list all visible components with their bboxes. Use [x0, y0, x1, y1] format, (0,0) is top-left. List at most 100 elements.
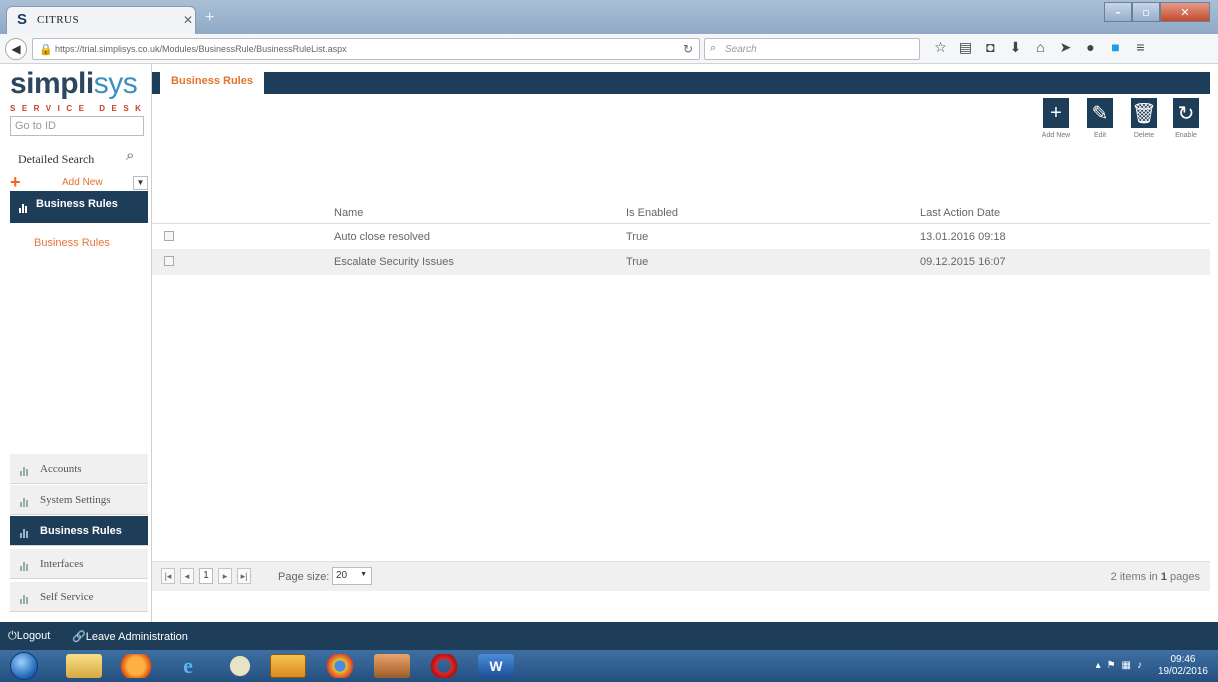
opera-icon[interactable]: [426, 654, 462, 678]
system-clock[interactable]: 09:46 19/02/2016: [1158, 654, 1208, 678]
url-text: https://trial.simplisys.co.uk/Modules/Bu…: [55, 44, 347, 54]
enable-button[interactable]: ↻ Enable: [1170, 98, 1202, 139]
logout-link[interactable]: ⏻Logout: [8, 630, 50, 643]
page-size-label: Page size:: [278, 571, 330, 583]
accordion-self-service[interactable]: Self Service: [10, 582, 148, 612]
browser-navbar: ◀ 🔒 https://trial.simplisys.co.uk/Module…: [0, 34, 1218, 64]
bar-chart-icon: [20, 526, 29, 538]
pager-info: 2 items in 1 pages: [1111, 571, 1200, 583]
paint-icon[interactable]: [222, 654, 258, 678]
clock-time: 09:46: [1170, 654, 1196, 665]
caret-down-icon[interactable]: ▼: [133, 176, 148, 190]
prev-page-icon[interactable]: ◂: [180, 568, 194, 584]
column-header-enabled[interactable]: Is Enabled: [626, 207, 678, 219]
add-new-dropdown[interactable]: + Add New ▼: [10, 172, 148, 192]
skype-icon[interactable]: ■: [1103, 39, 1128, 56]
delete-button-label: Delete: [1133, 132, 1155, 139]
add-new-button-label: Add New: [1041, 132, 1071, 139]
lock-icon: 🔒: [39, 44, 53, 56]
pages-text: pages: [1170, 571, 1200, 583]
pocket-icon[interactable]: ◘: [978, 39, 1003, 56]
sidebar-link-business-rules[interactable]: Business Rules: [34, 237, 110, 249]
menu-icon[interactable]: ≡: [1128, 39, 1153, 56]
accordion-accounts[interactable]: Accounts: [10, 454, 148, 484]
window-controls: – ▫ ✕: [1104, 2, 1212, 22]
next-page-icon[interactable]: ▸: [218, 568, 232, 584]
explorer-icon[interactable]: [66, 654, 102, 678]
column-header-date[interactable]: Last Action Date: [920, 207, 1000, 219]
reload-icon[interactable]: ↻: [683, 42, 693, 56]
chrome-icon[interactable]: [322, 654, 358, 678]
cell-enabled: True: [626, 231, 649, 243]
edit-button[interactable]: ✎ Edit: [1084, 98, 1116, 139]
last-page-icon[interactable]: ▸|: [237, 568, 251, 584]
firefox-icon[interactable]: [118, 654, 154, 678]
delete-button[interactable]: 🗑 Delete: [1128, 98, 1160, 139]
search-icon: ⌕: [710, 42, 717, 54]
photo-viewer-icon[interactable]: [374, 654, 410, 678]
minimize-button[interactable]: –: [1104, 2, 1132, 22]
tab-title: CITRUS: [37, 14, 80, 26]
add-new-button[interactable]: + Add New: [1040, 98, 1072, 139]
pages-count: 1: [1160, 571, 1167, 583]
current-page[interactable]: 1: [199, 568, 213, 584]
accordion-label: Self Service: [40, 591, 94, 603]
maximize-button[interactable]: ▫: [1132, 2, 1160, 22]
bookmark-star-icon[interactable]: ☆: [928, 39, 953, 56]
main-tab-strip: [152, 72, 1210, 94]
column-header-name[interactable]: Name: [334, 207, 363, 219]
table-row[interactable]: Escalate Security Issues True 09.12.2015…: [152, 249, 1210, 275]
plus-icon: +: [10, 172, 21, 192]
address-bar[interactable]: 🔒 https://trial.simplisys.co.uk/Modules/…: [32, 38, 700, 60]
browser-tab[interactable]: S CITRUS ✕: [6, 6, 196, 34]
trash-icon: 🗑: [1131, 98, 1157, 128]
bookmarks-list-icon[interactable]: ▤: [953, 39, 978, 56]
sidebar-section-header: Business Rules: [10, 191, 148, 223]
row-checkbox[interactable]: [164, 231, 174, 241]
accordion-interfaces[interactable]: Interfaces: [10, 549, 148, 579]
leave-admin-label: Leave Administration: [85, 631, 188, 643]
first-page-icon[interactable]: |◂: [161, 568, 175, 584]
close-window-button[interactable]: ✕: [1160, 2, 1210, 22]
accordion-label: Accounts: [40, 463, 82, 475]
back-button[interactable]: ◀: [5, 38, 27, 60]
accordion-label: Business Rules: [40, 525, 122, 537]
accordion-business-rules[interactable]: Business Rules: [10, 516, 148, 546]
leave-admin-link[interactable]: 🔗Leave Administration: [72, 630, 188, 643]
tab-close-icon[interactable]: ✕: [183, 13, 193, 27]
table-row[interactable]: Auto close resolved True 13.01.2016 09:1…: [152, 224, 1210, 250]
tab-business-rules[interactable]: Business Rules: [160, 72, 264, 94]
logout-label: Logout: [16, 630, 51, 642]
goto-id-input[interactable]: [10, 116, 144, 136]
home-icon[interactable]: ⌂: [1028, 39, 1053, 56]
detailed-search-link[interactable]: Detailed Search: [18, 152, 94, 167]
internet-explorer-icon[interactable]: e: [170, 654, 206, 678]
download-icon[interactable]: ⬇: [1003, 39, 1028, 56]
word-icon[interactable]: W: [478, 654, 514, 678]
page-size-value: 20: [336, 570, 348, 581]
caret-down-icon: ▼: [360, 571, 367, 578]
outlook-icon[interactable]: [270, 654, 306, 678]
bar-chart-icon: [19, 201, 28, 213]
row-checkbox[interactable]: [164, 256, 174, 266]
system-tray-icons[interactable]: ▴⚑▦♪: [1096, 660, 1148, 671]
start-button[interactable]: [10, 652, 38, 680]
browser-search-box[interactable]: ⌕ Search: [704, 38, 920, 60]
page-size-select[interactable]: 20 ▼: [332, 567, 372, 585]
edit-button-label: Edit: [1093, 132, 1107, 139]
chat-icon[interactable]: ●: [1078, 39, 1103, 56]
simplisys-logo: simplisys: [10, 68, 138, 100]
clock-date: 19/02/2016: [1157, 666, 1208, 677]
plus-icon: +: [1043, 98, 1069, 128]
items-count: 2: [1110, 571, 1117, 583]
enable-button-label: Enable: [1175, 132, 1197, 139]
windows-taskbar: e W ▴⚑▦♪ 09:46 19/02/2016: [0, 650, 1218, 682]
sidebar: simplisys SERVICE DESK Detailed Search ⌕…: [0, 64, 152, 622]
refresh-icon: ↻: [1173, 98, 1199, 128]
search-icon[interactable]: ⌕: [126, 147, 134, 164]
logo-subtitle: SERVICE DESK: [10, 104, 148, 113]
send-icon[interactable]: ➤: [1053, 39, 1078, 56]
accordion-system-settings[interactable]: System Settings: [10, 485, 148, 515]
bar-chart-icon: [20, 495, 29, 507]
new-tab-icon[interactable]: +: [205, 9, 214, 27]
